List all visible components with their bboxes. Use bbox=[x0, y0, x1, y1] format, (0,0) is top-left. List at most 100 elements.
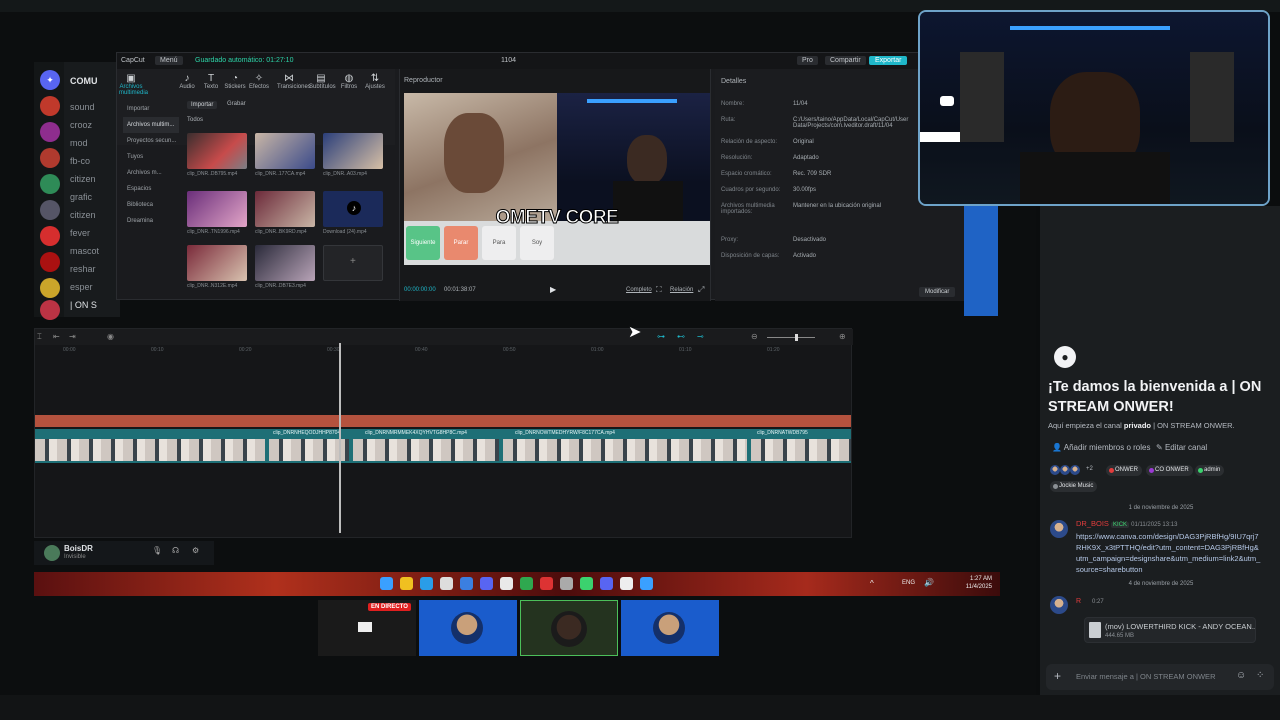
next-button[interactable]: Siguiente bbox=[406, 226, 440, 260]
capcut-icon[interactable] bbox=[620, 577, 633, 590]
media-thumb[interactable] bbox=[255, 133, 315, 169]
server-icon[interactable] bbox=[40, 200, 60, 220]
share-button[interactable]: Compartir bbox=[825, 56, 866, 65]
volume-icon[interactable]: 🔊 bbox=[924, 578, 934, 587]
settings-icon[interactable] bbox=[560, 577, 573, 590]
headphones-icon[interactable]: ☊ bbox=[172, 546, 179, 555]
xbox-icon[interactable] bbox=[520, 577, 533, 590]
zoom-handle[interactable] bbox=[795, 334, 798, 341]
role-onwer[interactable]: ONWER bbox=[1106, 465, 1142, 476]
tool-stickers[interactable]: ◔ Stickers bbox=[223, 73, 247, 90]
video-track[interactable]: clip_DNRNHEQODJHHP8704 clip_DNRNMRMMEK4X… bbox=[35, 429, 851, 463]
tool-adjust[interactable]: ⇅ Ajustes bbox=[363, 73, 387, 90]
filter-button[interactable]: Para bbox=[482, 226, 516, 260]
message-link[interactable]: https://www.canva.com/design/DAG3PjRBfHg… bbox=[1076, 531, 1262, 575]
app-icon[interactable] bbox=[580, 577, 593, 590]
add-members-button[interactable]: 👤 Añadir miembros o roles bbox=[1052, 443, 1150, 452]
sidebar-item-dreamina[interactable]: Dreamina bbox=[123, 213, 179, 229]
member-avatars[interactable]: +2 bbox=[1050, 465, 1094, 475]
stream-preview-thumb[interactable]: EN DIRECTO bbox=[318, 600, 416, 656]
sidebar-item-projects[interactable]: Proyectos secun... bbox=[123, 133, 179, 149]
gender-button[interactable]: Soy bbox=[520, 226, 554, 260]
clock[interactable]: 1:27 AM 11/4/2025 bbox=[966, 575, 992, 591]
server-icon[interactable] bbox=[40, 174, 60, 194]
app-icon[interactable] bbox=[640, 577, 653, 590]
channel-item[interactable]: sound bbox=[70, 102, 122, 112]
server-icon[interactable] bbox=[40, 226, 60, 246]
channel-item[interactable]: esper bbox=[70, 282, 122, 292]
zoom-slider[interactable] bbox=[767, 337, 815, 338]
clip-segment[interactable] bbox=[35, 439, 265, 461]
media-thumb[interactable] bbox=[323, 133, 383, 169]
participant-cam[interactable] bbox=[520, 600, 618, 656]
sidebar-item-library[interactable]: Biblioteca bbox=[123, 197, 179, 213]
split-right-icon[interactable]: ⇥ bbox=[69, 332, 76, 341]
sidebar-item-files[interactable]: Archivos m... bbox=[123, 165, 179, 181]
avatar[interactable] bbox=[1050, 596, 1068, 614]
media-thumb[interactable] bbox=[187, 245, 247, 281]
message-input[interactable]: Enviar mensaje a | ON STREAM ONWER bbox=[1076, 672, 1215, 681]
participant-cam[interactable] bbox=[621, 600, 719, 656]
channel-item[interactable]: mascot bbox=[70, 246, 122, 256]
menu-button[interactable]: Menú bbox=[155, 56, 183, 65]
discord-home-icon[interactable]: ✦ bbox=[40, 70, 60, 90]
import-tab[interactable]: Importar bbox=[187, 101, 218, 109]
app-icon[interactable] bbox=[460, 577, 473, 590]
mic-icon[interactable]: 🎙 bbox=[152, 546, 162, 555]
tool-audio[interactable]: ♪ Audio bbox=[175, 73, 199, 90]
pro-button[interactable]: Pro bbox=[797, 56, 818, 65]
generate-placeholder[interactable]: + bbox=[323, 245, 383, 281]
discord-icon[interactable] bbox=[600, 577, 613, 590]
language-indicator[interactable]: ENG bbox=[902, 580, 915, 586]
channel-item[interactable]: reshar bbox=[70, 264, 122, 274]
media-thumb[interactable]: ♪ bbox=[323, 191, 383, 227]
server-icon[interactable] bbox=[40, 278, 60, 298]
media-thumb[interactable] bbox=[187, 133, 247, 169]
settings-icon[interactable]: ⚙ bbox=[192, 546, 199, 555]
clip-segment[interactable] bbox=[353, 439, 499, 461]
sidebar-item-yours[interactable]: Tuyos bbox=[123, 149, 179, 165]
start-icon[interactable] bbox=[380, 577, 393, 590]
crop-icon[interactable]: ⛶ bbox=[656, 285, 662, 295]
avatar[interactable] bbox=[1050, 520, 1068, 538]
stop-button[interactable]: Parar bbox=[444, 226, 478, 260]
role-jockie-music[interactable]: Jockie Music bbox=[1050, 481, 1098, 492]
discord-icon[interactable] bbox=[480, 577, 493, 590]
role-co-onwer[interactable]: CO ONWER bbox=[1146, 465, 1193, 476]
channel-item[interactable]: mod bbox=[70, 138, 122, 148]
all-filter[interactable]: Todos bbox=[187, 117, 203, 123]
clip-segment[interactable] bbox=[503, 439, 747, 461]
file-name[interactable]: (mov) LOWERTHIRD KICK - ANDY OCEAN.... bbox=[1105, 622, 1255, 631]
app-icon[interactable] bbox=[540, 577, 553, 590]
channel-item[interactable]: citizen bbox=[70, 174, 122, 184]
edge-icon[interactable] bbox=[420, 577, 433, 590]
avatar[interactable] bbox=[44, 545, 60, 561]
preview-axis-icon[interactable]: ⊸ bbox=[697, 332, 704, 341]
server-icon[interactable] bbox=[40, 252, 60, 272]
sidebar-item-media[interactable]: Archivos multim... bbox=[123, 117, 179, 133]
app-icon[interactable] bbox=[500, 577, 513, 590]
record-tab[interactable]: Grabar bbox=[227, 101, 246, 107]
channel-item[interactable]: fb-co bbox=[70, 156, 122, 166]
role-admin[interactable]: admin bbox=[1195, 465, 1225, 476]
message-author[interactable]: DR_BOIS bbox=[1076, 519, 1109, 528]
playhead[interactable] bbox=[339, 343, 341, 533]
plus-icon[interactable]: + bbox=[1054, 669, 1061, 683]
apps-icon[interactable]: ⁘ bbox=[1256, 670, 1264, 681]
channel-item[interactable]: grafic bbox=[70, 192, 122, 202]
media-thumb[interactable] bbox=[255, 245, 315, 281]
channel-item[interactable]: citizen bbox=[70, 210, 122, 220]
split-left-icon[interactable]: ⇤ bbox=[53, 332, 60, 341]
clip-segment[interactable] bbox=[269, 439, 349, 461]
server-icon[interactable] bbox=[40, 300, 60, 320]
tool-transitions[interactable]: ⋈ Transiciones bbox=[277, 73, 311, 90]
channel-item[interactable]: fever bbox=[70, 228, 122, 238]
chevron-up-icon[interactable]: ^ bbox=[870, 579, 874, 588]
server-icon[interactable] bbox=[40, 122, 60, 142]
tool-media[interactable]: ▣ Archivos multimedia bbox=[119, 73, 148, 96]
magnet-icon[interactable]: ⊶ bbox=[657, 332, 665, 341]
edit-channel-button[interactable]: ✎ Editar canal bbox=[1156, 443, 1207, 452]
participant-cam[interactable] bbox=[419, 600, 517, 656]
tool-filters[interactable]: ◍ Filtros bbox=[337, 73, 361, 90]
server-icon[interactable] bbox=[40, 96, 60, 116]
